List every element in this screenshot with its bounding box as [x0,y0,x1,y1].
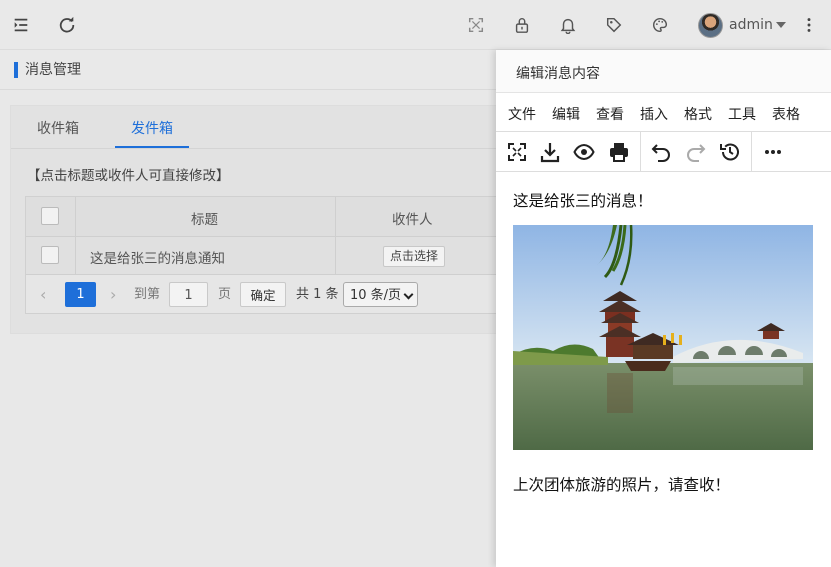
column-divider [75,197,76,274]
message-card: 收件箱 发件箱 【点击标题或收件人可直接修改】 标题 收件人 这是给张三的消息通… [10,105,511,334]
more-vertical-icon[interactable] [798,14,820,36]
goto-page-input[interactable]: 1 [169,282,208,307]
editor-header: 编辑消息内容 [496,50,831,93]
page-size-value: 10 条/页 [350,288,402,303]
tab-outbox[interactable]: 发件箱 [131,118,173,138]
user-name: admin [729,17,773,33]
undo-icon[interactable] [649,140,673,164]
menu-table[interactable]: 表格 [772,104,800,124]
travel-photo[interactable] [513,225,813,450]
toolbar-divider [640,132,641,172]
page-title: 消息管理 [14,62,81,78]
table-row[interactable]: 这是给张三的消息通知 点击选择 [26,237,510,275]
content-line-1[interactable]: 这是给张三的消息！ [513,189,653,211]
page-label: 页 [218,287,232,302]
edit-hint: 【点击标题或收件人可直接修改】 [27,168,230,184]
collapse-menu-icon[interactable] [10,14,32,36]
editor-content[interactable]: 这是给张三的消息！ 上次团体旅游的照片，请查收！ [496,172,831,567]
column-divider [335,197,336,274]
fullscreen-icon[interactable] [505,140,529,164]
column-recipient: 收件人 [392,212,433,228]
next-page-icon[interactable]: › [110,282,116,307]
bell-icon[interactable] [557,14,579,36]
menu-view[interactable]: 查看 [596,104,624,124]
print-icon[interactable] [607,140,631,164]
column-title: 标题 [191,212,218,228]
tag-icon[interactable] [603,14,625,36]
content-line-2[interactable]: 上次团体旅游的照片，请查收！ [513,473,730,495]
select-recipient-button[interactable]: 点击选择 [383,246,446,267]
editor-toolbar [496,132,831,172]
table-header: 标题 收件人 [26,197,510,237]
row-title[interactable]: 这是给张三的消息通知 [90,247,225,267]
editor-menubar: 文件 编辑 查看 插入 格式 工具 表格 [496,93,831,132]
select-all-checkbox[interactable] [41,207,59,225]
more-icon[interactable] [761,140,785,164]
goto-confirm-button[interactable]: 确定 [240,282,286,307]
palette-icon[interactable] [649,14,671,36]
user-menu[interactable]: admin [698,12,786,38]
chevron-down-icon [775,22,786,28]
goto-label: 到第 [134,287,161,302]
total-count: 共 1 条 [296,287,339,302]
history-icon[interactable] [718,140,742,164]
row-checkbox[interactable] [41,246,59,264]
message-editor-panel: 编辑消息内容 文件 编辑 查看 插入 格式 工具 表格 这是给张三的消息！ 上次… [496,50,831,567]
lock-icon[interactable] [511,14,533,36]
toolbar-divider [751,132,752,172]
preview-icon[interactable] [572,140,596,164]
tab-bar: 收件箱 发件箱 [11,106,509,149]
menu-tools[interactable]: 工具 [728,104,756,124]
top-bar: admin [0,0,831,50]
tab-inbox[interactable]: 收件箱 [37,118,79,138]
redo-icon[interactable] [684,140,708,164]
page-1-button[interactable]: 1 [65,282,96,307]
avatar [698,12,723,38]
chevron-down-icon [403,289,414,300]
editor-title: 编辑消息内容 [516,66,600,82]
menu-format[interactable]: 格式 [684,104,712,124]
page-size-select[interactable]: 10 条/页 [343,282,418,307]
download-icon[interactable] [538,140,562,164]
fullscreen-icon[interactable] [465,14,487,36]
refresh-icon[interactable] [56,14,78,36]
prev-page-icon[interactable]: ‹ [40,282,46,307]
message-table: 标题 收件人 这是给张三的消息通知 点击选择 ‹ 1 › 到第 1 页 确定 共… [25,196,511,314]
menu-edit[interactable]: 编辑 [552,104,580,124]
menu-file[interactable]: 文件 [508,104,536,124]
pagination: ‹ 1 › 到第 1 页 确定 共 1 条 10 条/页 [26,275,510,315]
menu-insert[interactable]: 插入 [640,104,668,124]
tab-active-indicator [115,146,189,148]
